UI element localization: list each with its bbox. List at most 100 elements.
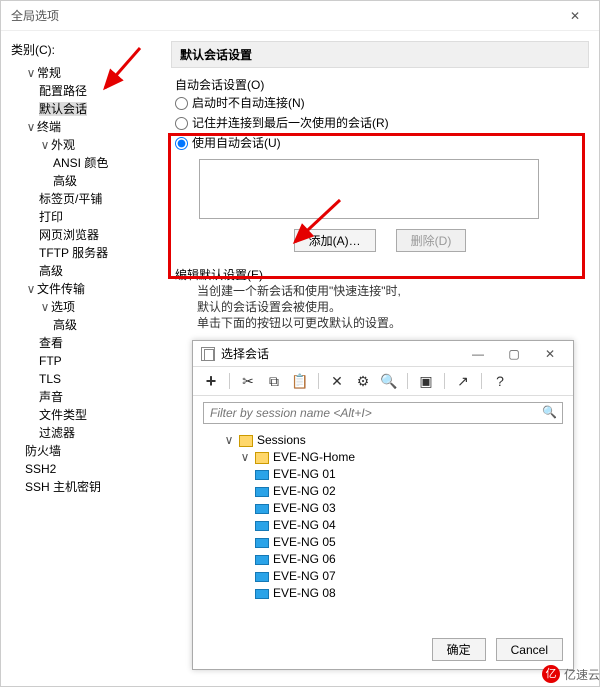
copy-icon[interactable]: ⧉ (266, 373, 282, 389)
watermark-text: 亿速云 (564, 666, 600, 683)
chevron-down-icon[interactable]: ∨ (39, 136, 51, 154)
chevron-down-icon[interactable]: ∨ (25, 280, 37, 298)
auto-session-group-label: 自动会话设置(O) (175, 76, 585, 93)
edit-defaults-label: 编辑默认设置(E) (175, 266, 585, 283)
session-filter-input[interactable] (203, 402, 563, 424)
auto-session-listbox[interactable] (199, 159, 539, 219)
cancel-button[interactable]: Cancel (496, 638, 563, 661)
plus-icon[interactable]: + (203, 373, 219, 389)
session-item-label: EVE-NG 01 (273, 466, 336, 483)
tree-item-tls[interactable]: TLS (39, 372, 61, 386)
session-dialog-title: 选择会话 (221, 345, 269, 362)
tree-item-config-path[interactable]: 配置路径 (39, 84, 87, 98)
delete-icon[interactable]: ✕ (329, 373, 345, 389)
group-title: 默认会话设置 (171, 41, 589, 68)
tree-item-sound[interactable]: 声音 (39, 390, 63, 404)
watermark: 亿 亿速云 (542, 665, 600, 683)
new-folder-icon[interactable]: ▣ (418, 373, 434, 389)
session-item-label: EVE-NG 03 (273, 500, 336, 517)
help-icon[interactable]: ? (492, 373, 508, 389)
category-tree[interactable]: ∨常规 配置路径 默认会话 ∨终端 ∨外观 ANSI 颜色 高级 (11, 64, 161, 496)
session-item[interactable]: EVE-NG 01 (255, 466, 559, 483)
session-item[interactable]: EVE-NG 04 (255, 517, 559, 534)
share-icon[interactable]: ↗ (455, 373, 471, 389)
dialog-title: 全局选项 (11, 7, 59, 24)
session-item[interactable]: EVE-NG 07 (255, 568, 559, 585)
terminal-icon (255, 504, 269, 514)
tree-item-filter[interactable]: 过滤器 (39, 426, 75, 440)
cut-icon[interactable]: ✂ (240, 373, 256, 389)
terminal-icon (255, 538, 269, 548)
chevron-down-icon[interactable]: ∨ (25, 118, 37, 136)
tree-item-filetransfer[interactable]: 文件传输 (37, 282, 85, 296)
radio-use-auto-session[interactable]: 使用自动会话(U) (175, 133, 585, 153)
session-item-label: EVE-NG 04 (273, 517, 336, 534)
session-item-label: EVE-NG 07 (273, 568, 336, 585)
hint-text: 当创建一个新会话和使用"快速连接"时, (175, 283, 585, 299)
terminal-icon (255, 487, 269, 497)
add-button[interactable]: 添加(A)… (294, 229, 376, 252)
tree-item-advanced[interactable]: 高级 (53, 174, 77, 188)
chevron-down-icon[interactable]: ∨ (25, 64, 37, 82)
watermark-logo-icon: 亿 (542, 665, 560, 683)
tree-item-options[interactable]: 选项 (51, 300, 75, 314)
sessions-icon (201, 347, 215, 361)
session-item-label: EVE-NG 02 (273, 483, 336, 500)
tree-item-filetype[interactable]: 文件类型 (39, 408, 87, 422)
tree-item-general[interactable]: 常规 (37, 66, 61, 80)
folder-icon (239, 435, 253, 447)
session-item-label: EVE-NG 06 (273, 551, 336, 568)
tree-item-ansi[interactable]: ANSI 颜色 (53, 156, 108, 170)
ok-button[interactable]: 确定 (432, 638, 486, 661)
session-item-label: EVE-NG 08 (273, 585, 336, 600)
terminal-icon (255, 589, 269, 599)
folder-icon (255, 452, 269, 464)
tree-folder[interactable]: EVE-NG-Home (273, 449, 355, 466)
close-icon[interactable]: ✕ (561, 9, 589, 23)
tree-item-ftp[interactable]: FTP (39, 354, 62, 368)
minimize-icon[interactable]: — (463, 347, 493, 361)
gear-icon[interactable]: ⚙ (355, 373, 371, 389)
tree-item-advanced2[interactable]: 高级 (39, 264, 63, 278)
category-label: 类别(C): (11, 41, 161, 58)
session-item[interactable]: EVE-NG 08 (255, 585, 559, 600)
chevron-down-icon[interactable]: ∨ (239, 449, 251, 466)
tree-item-print[interactable]: 打印 (39, 210, 63, 224)
tree-item-opt-adv[interactable]: 高级 (53, 318, 77, 332)
tree-root[interactable]: Sessions (257, 432, 306, 449)
session-item[interactable]: EVE-NG 06 (255, 551, 559, 568)
titlebar: 全局选项 ✕ (1, 1, 599, 31)
session-tree[interactable]: ∨Sessions ∨EVE-NG-Home EVE-NG 01EVE-NG 0… (193, 430, 573, 600)
session-item[interactable]: EVE-NG 03 (255, 500, 559, 517)
session-item-label: EVE-NG 05 (273, 534, 336, 551)
tree-item-sshkeys[interactable]: SSH 主机密钥 (25, 480, 101, 494)
tree-item-browser[interactable]: 网页浏览器 (39, 228, 99, 242)
hint-text: 默认的会话设置会被使用。 (175, 299, 585, 315)
search-icon[interactable]: 🔍 (542, 405, 557, 419)
select-session-dialog: 选择会话 — ▢ ✕ + ✂ ⧉ 📋 ✕ ⚙ 🔍 ▣ ↗ ? 🔍 ∨ Sessio… (192, 340, 574, 670)
close-icon[interactable]: ✕ (535, 347, 565, 361)
terminal-icon (255, 470, 269, 480)
paste-icon[interactable]: 📋 (292, 373, 308, 389)
maximize-icon[interactable]: ▢ (499, 347, 529, 361)
tree-item-tabs[interactable]: 标签页/平铺 (39, 192, 102, 206)
tree-item-tftp[interactable]: TFTP 服务器 (39, 246, 108, 260)
terminal-icon (255, 521, 269, 531)
chevron-down-icon[interactable]: ∨ (223, 432, 235, 449)
tree-item-terminal[interactable]: 终端 (37, 120, 61, 134)
tree-item-ssh2[interactable]: SSH2 (25, 462, 56, 476)
find-icon[interactable]: 🔍 (381, 373, 397, 389)
chevron-down-icon[interactable]: ∨ (39, 298, 51, 316)
tree-item-appearance[interactable]: 外观 (51, 138, 75, 152)
tree-item-view[interactable]: 查看 (39, 336, 63, 350)
session-item[interactable]: EVE-NG 05 (255, 534, 559, 551)
tree-item-default-session[interactable]: 默认会话 (39, 102, 87, 116)
radio-no-autoconnect[interactable]: 启动时不自动连接(N) (175, 93, 585, 113)
session-item[interactable]: EVE-NG 02 (255, 483, 559, 500)
session-toolbar: + ✂ ⧉ 📋 ✕ ⚙ 🔍 ▣ ↗ ? (193, 367, 573, 396)
delete-button: 删除(D) (396, 229, 467, 252)
session-titlebar: 选择会话 — ▢ ✕ (193, 341, 573, 367)
tree-item-firewall[interactable]: 防火墙 (25, 444, 61, 458)
radio-remember-last[interactable]: 记住并连接到最后一次使用的会话(R) (175, 113, 585, 133)
terminal-icon (255, 572, 269, 582)
